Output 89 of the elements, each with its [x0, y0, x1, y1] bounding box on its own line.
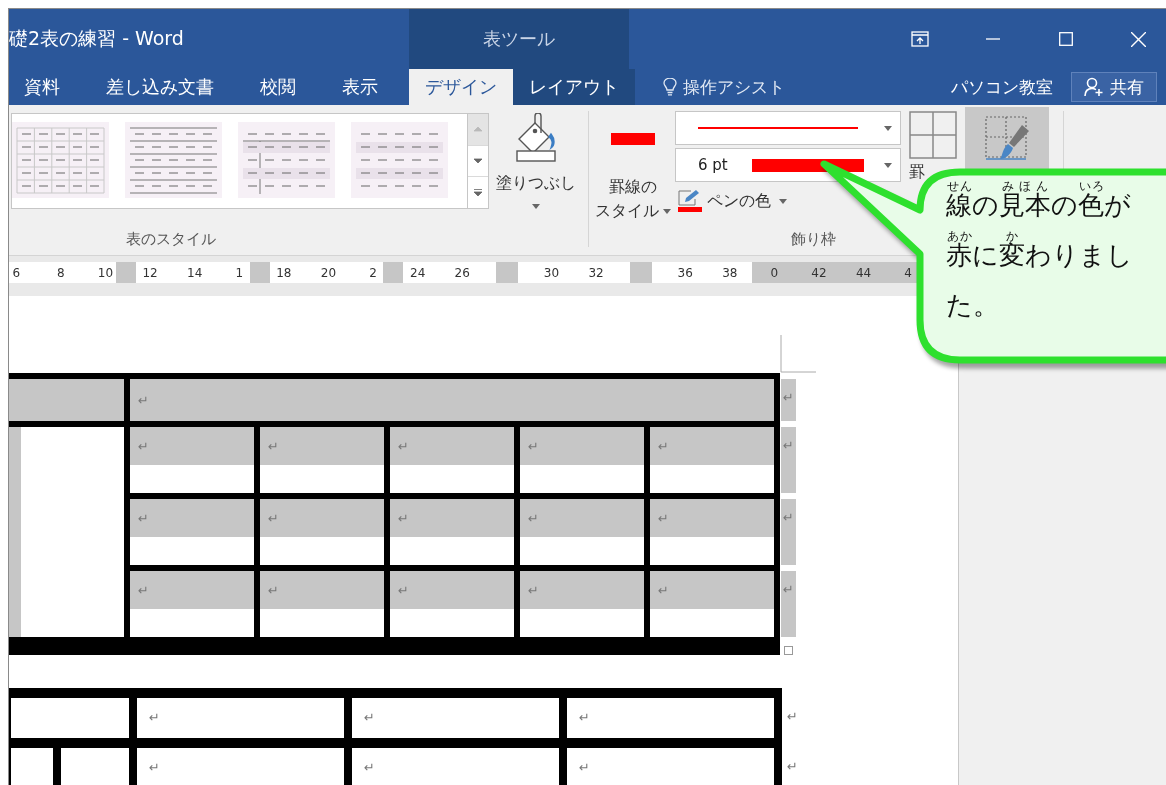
paragraph-mark: ↵	[149, 760, 160, 774]
paragraph-mark: ↵	[783, 511, 794, 527]
ruler-number: 8	[38, 262, 84, 283]
person-icon	[1084, 77, 1104, 97]
close-icon	[1131, 31, 1146, 47]
line-style-icon	[611, 133, 655, 145]
paintbrush-grid-icon	[982, 113, 1032, 163]
ruler-number: 32	[573, 262, 619, 283]
paragraph-mark: ↵	[398, 583, 409, 597]
table-style-thumbnail[interactable]	[125, 122, 222, 198]
column-marker[interactable]	[629, 262, 652, 283]
paragraph-mark: ↵	[268, 439, 279, 453]
paragraph-mark: ↵	[364, 760, 375, 774]
caret-icon	[532, 204, 540, 209]
tell-me-field[interactable]: 操作アシスト	[657, 69, 791, 105]
paragraph-mark: ↵	[787, 760, 798, 776]
caret-icon	[779, 198, 787, 204]
grid-icon	[909, 111, 957, 159]
ruler-number: 44	[854, 264, 873, 282]
ribbon-tab[interactable]: レイアウト	[513, 69, 635, 105]
ruler-number: 4	[903, 264, 913, 282]
more-icon	[473, 189, 483, 197]
pen-color-button[interactable]: ペンの色	[675, 185, 787, 213]
triangle-up-icon	[473, 125, 483, 133]
crop-mark	[780, 335, 816, 373]
paragraph-mark: ↵	[138, 439, 149, 453]
paragraph-mark: ↵	[658, 511, 669, 525]
ruler-number: 38	[707, 262, 753, 283]
ribbon-display-icon	[910, 31, 929, 47]
ribbon-tab[interactable]: デザイン	[409, 69, 513, 105]
group-label: 表のスタイル	[126, 229, 216, 249]
ruler-number: 42	[810, 264, 828, 282]
ruler-number: 30	[529, 262, 574, 283]
paragraph-mark: ↵	[528, 583, 539, 597]
paragraph-mark: ↵	[783, 391, 794, 407]
triangle-down-icon	[473, 157, 483, 165]
paragraph-mark: ↵	[579, 760, 590, 774]
pen-icon	[677, 189, 703, 213]
ruler-number: 14	[172, 262, 217, 283]
ruler-number: 20	[306, 262, 351, 283]
line-weight-dropdown[interactable]: 6 pt	[675, 148, 901, 182]
paragraph-mark: ↵	[138, 511, 149, 525]
caret-icon	[884, 162, 892, 168]
paragraph-mark: ↵	[658, 583, 669, 597]
ruler-number: 36	[662, 262, 708, 283]
minimize-icon	[985, 38, 1000, 40]
paragraph-mark: ↵	[579, 710, 590, 724]
ribbon-tab[interactable]: 差し込み文書	[83, 69, 237, 105]
paragraph-mark: ↵	[398, 439, 409, 453]
table-style-thumbnail[interactable]	[238, 122, 335, 198]
paragraph-mark: ↵	[658, 439, 669, 453]
column-marker[interactable]	[115, 262, 136, 283]
ruler-number: 0	[769, 264, 780, 282]
paragraph-mark: ↵	[783, 439, 794, 455]
group-label: 飾り枠	[791, 229, 836, 249]
column-marker[interactable]	[249, 262, 270, 283]
caret-icon	[884, 125, 892, 131]
table-style-thumbnail[interactable]	[12, 122, 109, 198]
table-resize-handle[interactable]	[784, 646, 793, 655]
column-marker[interactable]	[495, 262, 518, 283]
shading-button[interactable]: 塗りつぶし	[489, 113, 583, 223]
line-style-dropdown[interactable]	[675, 111, 901, 145]
context-title: 表ツール	[483, 27, 555, 51]
table-style-thumbnail[interactable]	[351, 122, 448, 198]
ribbon-tab[interactable]: 資料	[9, 69, 83, 105]
paragraph-mark: ↵	[268, 511, 279, 525]
paragraph-mark: ↵	[528, 439, 539, 453]
maximize-icon	[1058, 32, 1073, 46]
paragraph-mark: ↵	[783, 583, 794, 599]
caret-icon	[663, 209, 671, 214]
window-title: 礎2表の練習 - Word	[9, 26, 185, 51]
ribbon-tab[interactable]: 校閲	[237, 69, 319, 105]
account-name[interactable]: パソコン教室	[951, 69, 1053, 105]
paragraph-mark: ↵	[528, 511, 539, 525]
paragraph-mark: ↵	[149, 710, 160, 724]
paragraph-mark: ↵	[398, 511, 409, 525]
paragraph-mark: ↵	[138, 393, 149, 407]
ruler-number: 26	[439, 262, 485, 283]
border-styles-button[interactable]: 罫線の スタイル	[591, 111, 675, 223]
share-button[interactable]: 共有	[1071, 72, 1157, 102]
paragraph-mark: ↵	[364, 710, 375, 724]
paragraph-mark: ↵	[268, 583, 279, 597]
lightbulb-icon	[663, 78, 677, 96]
ruler-number: 6	[9, 262, 39, 283]
paragraph-mark: ↵	[787, 710, 798, 726]
tooltip-text: 線 せん の見本 みほん の色 いろ が 赤 あか に変 か わりました。	[946, 180, 1134, 322]
paragraph-mark: ↵	[138, 583, 149, 597]
ribbon-tab[interactable]: 表示	[319, 69, 401, 105]
column-marker[interactable]	[383, 262, 404, 283]
